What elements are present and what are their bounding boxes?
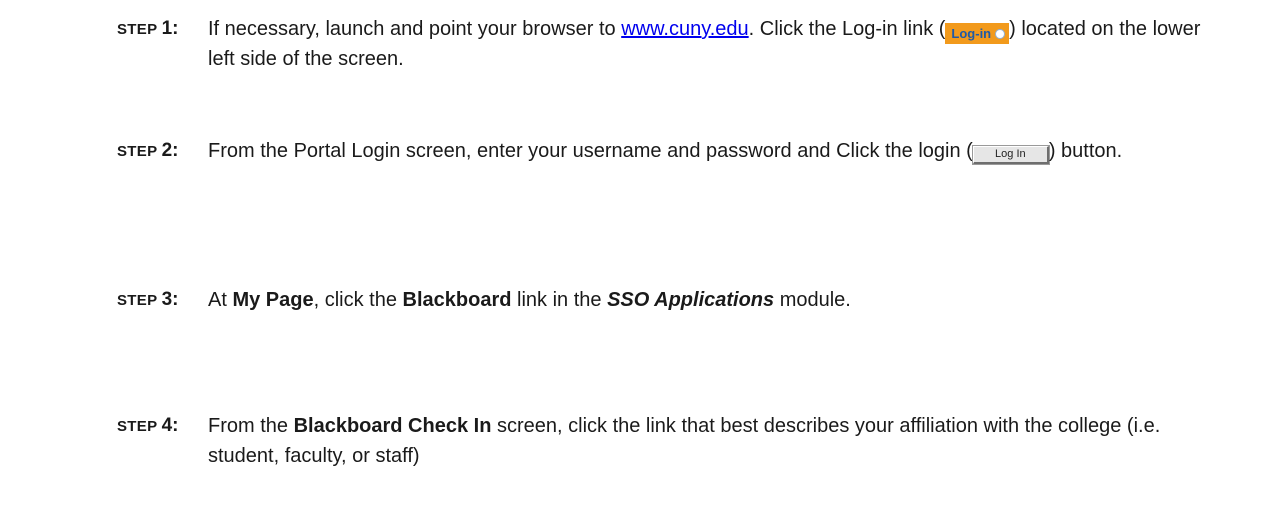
- login-link-image: Log-in: [945, 23, 1010, 44]
- login-button-image: Log In: [971, 145, 1050, 165]
- step-label: STEP 3:: [117, 289, 179, 310]
- blackboard-check-in-term: Blackboard Check In: [293, 415, 492, 437]
- step-instruction: At My Page, click the Blackboard link in…: [208, 289, 851, 311]
- cuny-website-link[interactable]: www.cuny.edu: [621, 18, 748, 40]
- step-label: STEP 1:: [117, 18, 179, 39]
- blackboard-term: Blackboard: [402, 289, 512, 311]
- step-label: STEP 2:: [117, 140, 179, 161]
- step-label: STEP 4:: [117, 415, 179, 436]
- step-instruction: From the Blackboard Check In screen, cli…: [208, 415, 1161, 467]
- my-page-term: My Page: [232, 289, 314, 311]
- circle-icon: [995, 29, 1006, 39]
- step-instruction: From the Portal Login screen, enter your…: [208, 140, 1123, 165]
- step-instruction: If necessary, launch and point your brow…: [208, 18, 1201, 70]
- sso-applications-term: SSO Applications: [607, 289, 775, 311]
